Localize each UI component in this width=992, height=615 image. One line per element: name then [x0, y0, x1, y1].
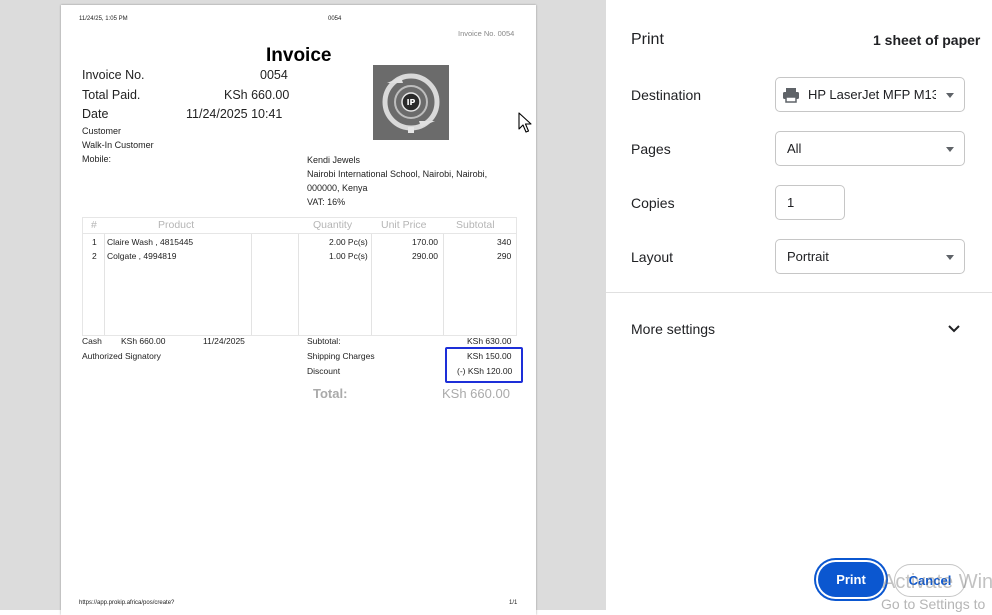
copies-label: Copies [631, 195, 675, 211]
total-value: KSh 660.00 [442, 386, 510, 401]
subtotal-value: KSh 630.00 [467, 336, 512, 346]
row2-qty: 1.00 Pc(s) [329, 251, 368, 261]
printer-icon [783, 88, 799, 103]
date-label: Date [82, 107, 109, 121]
mouse-cursor-icon [518, 112, 532, 133]
sheet-count: 1 sheet of paper [873, 32, 981, 48]
total-paid-label: Total Paid. [82, 88, 141, 102]
chevron-down-icon [948, 325, 960, 333]
column-divider [104, 234, 105, 335]
print-settings-panel: Print 1 sheet of paper Destination HP La… [606, 0, 992, 612]
column-divider [443, 234, 444, 335]
shop-logo: IP [373, 65, 449, 140]
table-header-unit-price: Unit Price [381, 219, 427, 231]
column-divider [251, 234, 252, 335]
row1-product: Claire Wash , 4815445 [107, 237, 194, 247]
settings-divider [606, 292, 992, 293]
table-header-divider [83, 233, 516, 234]
preview-page: 11/24/25, 1:05 PM 0054 Invoice No. 0054 … [61, 5, 536, 615]
page-footer-number: 1/1 [509, 600, 518, 606]
more-settings-label: More settings [631, 321, 716, 337]
row2-num: 2 [92, 251, 97, 261]
payment-method: Cash [82, 336, 102, 346]
subtotal-label: Subtotal: [307, 336, 341, 346]
payment-amount: KSh 660.00 [121, 336, 166, 346]
row2-product: Colgate , 4994819 [107, 251, 177, 261]
column-divider [371, 234, 372, 335]
invoice-no-value: 0054 [260, 68, 288, 82]
more-settings-toggle[interactable]: More settings [606, 308, 992, 350]
date-value: 11/24/2025 10:41 [186, 107, 283, 121]
table-header-num: # [91, 219, 97, 231]
customer-name: Walk-In Customer [82, 140, 154, 150]
print-preview-area: 11/24/25, 1:05 PM 0054 Invoice No. 0054 … [0, 0, 606, 615]
invoice-title: Invoice [266, 45, 332, 66]
items-table: # Product Quantity Unit Price Subtotal 1… [82, 217, 517, 336]
authorized-signatory: Authorized Signatory [82, 351, 161, 361]
page-header-center: 0054 [328, 16, 342, 22]
dropdown-caret-icon [946, 147, 954, 152]
total-label: Total: [313, 386, 348, 401]
row1-num: 1 [92, 237, 97, 247]
destination-label: Destination [631, 87, 702, 103]
destination-value: HP LaserJet MFP M130n [808, 87, 936, 102]
total-paid-value: KSh 660.00 [224, 88, 290, 102]
table-header-quantity: Quantity [313, 219, 353, 231]
row2-subtotal: 290 [497, 251, 512, 261]
print-button[interactable]: Print [818, 562, 884, 597]
shop-address-line2: 000000, Kenya [307, 183, 368, 193]
row1-price: 170.00 [412, 237, 438, 247]
pages-value: All [787, 141, 802, 156]
page-footer-url: https://app.prokip.africa/pos/create? [79, 600, 175, 606]
row1-subtotal: 340 [497, 237, 512, 247]
copies-input[interactable]: 1 [775, 185, 845, 220]
invoice-ref: Invoice No. 0054 [458, 29, 515, 38]
row1-qty: 2.00 Pc(s) [329, 237, 368, 247]
page-header-datetime: 11/24/25, 1:05 PM [79, 16, 128, 22]
highlight-box [445, 347, 523, 383]
payment-date: 11/24/2025 [203, 336, 245, 346]
svg-text:IP: IP [407, 98, 416, 107]
row2-price: 290.00 [412, 251, 438, 261]
invoice-no-label: Invoice No. [82, 68, 145, 82]
shop-address-line1: Nairobi International School, Nairobi, N… [307, 169, 488, 179]
print-dialog-title: Print [631, 31, 664, 48]
layout-label: Layout [631, 249, 674, 265]
layout-value: Portrait [787, 249, 829, 264]
activation-watermark-line1: Activate Win [882, 571, 992, 593]
discount-label: Discount [307, 366, 341, 376]
copies-value: 1 [787, 195, 795, 210]
customer-label: Customer [82, 126, 122, 136]
table-header-subtotal: Subtotal [456, 219, 495, 231]
column-divider [298, 234, 299, 335]
pages-select[interactable]: All [775, 131, 965, 166]
shipping-label: Shipping Charges [307, 351, 375, 361]
shop-vat: VAT: 16% [307, 197, 346, 207]
dropdown-caret-icon [946, 93, 954, 98]
mobile-label: Mobile: [82, 154, 112, 164]
destination-select[interactable]: HP LaserJet MFP M130n [775, 77, 965, 112]
layout-select[interactable]: Portrait [775, 239, 965, 274]
dropdown-caret-icon [946, 255, 954, 260]
pages-label: Pages [631, 141, 671, 157]
table-header-product: Product [158, 219, 195, 231]
shop-name: Kendi Jewels [307, 155, 361, 165]
